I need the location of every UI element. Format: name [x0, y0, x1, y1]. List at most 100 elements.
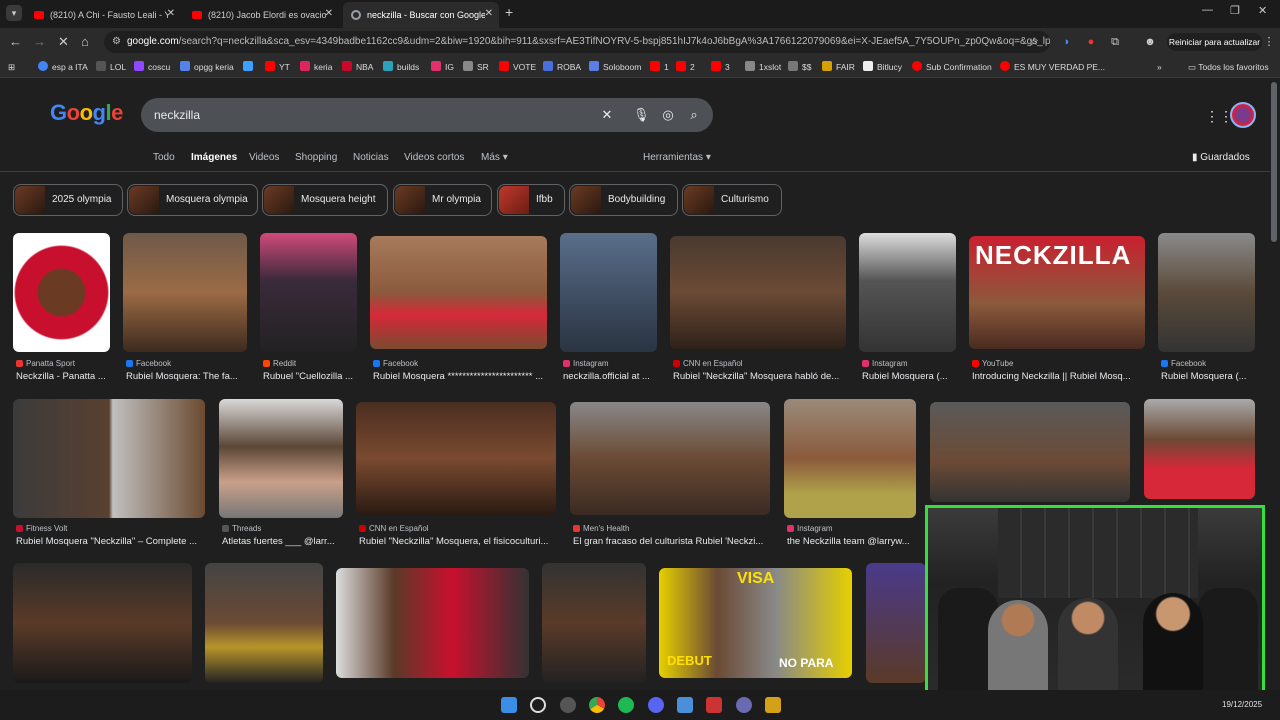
- search-box[interactable]: neckzilla ✕ 🎙 ◎ ⌕: [141, 98, 713, 132]
- avatar[interactable]: [1230, 102, 1256, 128]
- bookmark[interactable]: IG: [431, 60, 454, 74]
- image-result[interactable]: [930, 402, 1130, 502]
- filter-chip[interactable]: Mosquera olympia: [127, 184, 258, 216]
- clear-icon[interactable]: ✕: [599, 107, 615, 123]
- discord-icon[interactable]: [648, 697, 664, 713]
- bookmark[interactable]: esp a ITA: [38, 60, 88, 74]
- bookmark[interactable]: builds: [383, 60, 419, 74]
- extension-icon[interactable]: ◗: [1060, 35, 1074, 49]
- tab-google-search[interactable]: neckzilla - Buscar con Google ✕: [343, 2, 499, 28]
- close-icon[interactable]: ✕: [485, 2, 493, 26]
- image-result[interactable]: [205, 563, 323, 683]
- result-title[interactable]: Rubuel "Cuellozilla ...: [263, 371, 359, 382]
- bookmark[interactable]: ES MUY VERDAD PE...: [1000, 60, 1105, 74]
- image-result[interactable]: VISA DEBUT NO PARA: [659, 568, 852, 678]
- bookmark[interactable]: opgg keria: [180, 60, 234, 74]
- bookmark[interactable]: VOTE: [499, 60, 536, 74]
- home-icon[interactable]: ⌂: [81, 34, 89, 49]
- extensions-puzzle-icon[interactable]: ⧉: [1108, 35, 1122, 49]
- bookmark[interactable]: ROBA: [543, 60, 581, 74]
- bookmark[interactable]: 1: [650, 60, 669, 74]
- app-icon[interactable]: [560, 697, 576, 713]
- address-bar[interactable]: ⚙ google.com/search?q=neckzilla&sca_esv=4…: [104, 31, 1050, 53]
- microphone-icon[interactable]: 🎙: [633, 107, 650, 123]
- image-result[interactable]: [370, 236, 547, 349]
- bookmark[interactable]: Bitlucy: [863, 60, 902, 74]
- result-title[interactable]: Introducing Neckzilla || Rubiel Mosq...: [972, 371, 1146, 382]
- bookmark[interactable]: Sub Confirmation: [912, 60, 992, 74]
- bookmark[interactable]: $$: [788, 60, 811, 74]
- close-window-icon[interactable]: ✕: [1258, 4, 1267, 17]
- image-result[interactable]: [356, 402, 556, 515]
- filter-chip[interactable]: 2025 olympia: [13, 184, 123, 216]
- result-title[interactable]: El gran fracaso del culturista Rubiel 'N…: [573, 536, 771, 547]
- result-title[interactable]: Rubiel "Neckzilla" Mosquera, el fisicocu…: [359, 536, 557, 547]
- tab-all[interactable]: Todo: [153, 152, 175, 163]
- chevron-right-icon[interactable]: »: [1157, 60, 1162, 74]
- bookmark[interactable]: Soloboom: [589, 60, 641, 74]
- filter-chip[interactable]: Mr olympia: [393, 184, 492, 216]
- result-title[interactable]: Rubiel Mosquera (...: [1161, 371, 1257, 382]
- lens-camera-icon[interactable]: ◎: [660, 107, 676, 123]
- image-result[interactable]: [219, 399, 343, 518]
- chrome-icon[interactable]: [589, 697, 605, 713]
- bookmark[interactable]: keria: [300, 60, 332, 74]
- tab-search-icon[interactable]: ▾: [6, 5, 22, 21]
- image-result[interactable]: [859, 233, 956, 352]
- image-result[interactable]: [260, 233, 357, 352]
- app-icon[interactable]: [706, 697, 722, 713]
- more-menu-icon[interactable]: ⋮: [1262, 35, 1276, 49]
- tab-youtube-2[interactable]: (8210) Jacob Elordi es ovacionado✕: [184, 3, 339, 25]
- profile-icon[interactable]: ☻: [1143, 35, 1157, 49]
- result-title[interactable]: Rubiel Mosquera (...: [862, 371, 958, 382]
- image-result[interactable]: [670, 236, 846, 349]
- stop-loading-icon[interactable]: ✕: [58, 34, 69, 50]
- bookmark[interactable]: [243, 60, 257, 74]
- image-result[interactable]: [123, 233, 247, 352]
- search-icon[interactable]: [530, 697, 546, 713]
- windows-start-icon[interactable]: [501, 697, 517, 713]
- filter-chip[interactable]: Ifbb: [497, 184, 565, 216]
- bookmark[interactable]: 3: [711, 60, 730, 74]
- filter-chip[interactable]: Culturismo: [682, 184, 782, 216]
- result-title[interactable]: the Neckzilla team @larryw...: [787, 536, 917, 547]
- image-result[interactable]: [336, 568, 529, 678]
- forward-icon[interactable]: →: [33, 34, 46, 49]
- spotify-icon[interactable]: [618, 697, 634, 713]
- search-input[interactable]: neckzilla: [154, 108, 200, 122]
- filter-chip[interactable]: Bodybuilding: [569, 184, 678, 216]
- result-title[interactable]: Rubiel "Neckzilla" Mosquera habló de...: [673, 371, 847, 382]
- bookmark[interactable]: LOL: [96, 60, 126, 74]
- close-icon[interactable]: ✕: [167, 3, 175, 25]
- image-result[interactable]: [784, 399, 916, 518]
- tab-youtube-1[interactable]: (8210) A Chi - Fausto Leali - You ✕: [26, 3, 181, 25]
- bookmark[interactable]: SR: [463, 60, 489, 74]
- result-title[interactable]: Rubiel Mosquera *********************** …: [373, 371, 548, 382]
- image-result[interactable]: [866, 563, 926, 683]
- result-title[interactable]: neckzilla.official at ...: [563, 371, 659, 382]
- tab-news[interactable]: Noticias: [353, 152, 389, 163]
- image-result[interactable]: [13, 399, 205, 518]
- app-icon[interactable]: [736, 697, 752, 713]
- search-icon[interactable]: ⌕: [686, 107, 702, 123]
- image-result[interactable]: [1158, 233, 1255, 352]
- bookmark[interactable]: 1xslot: [745, 60, 781, 74]
- notepad-icon[interactable]: [677, 697, 693, 713]
- filter-chip[interactable]: Mosquera height: [262, 184, 388, 216]
- image-result[interactable]: NECKZILLA: [969, 236, 1145, 349]
- tab-more[interactable]: Más ▾: [481, 152, 508, 163]
- image-result[interactable]: [13, 563, 192, 683]
- result-title[interactable]: Neckzilla - Panatta ...: [16, 371, 112, 382]
- minimize-icon[interactable]: —: [1202, 4, 1213, 16]
- bookmark[interactable]: NBA: [342, 60, 373, 74]
- all-favorites[interactable]: ▭ Todos los favoritos: [1188, 60, 1269, 74]
- site-info-icon[interactable]: ⚙: [112, 36, 121, 47]
- new-tab-icon[interactable]: +: [505, 4, 513, 20]
- image-result[interactable]: [1144, 399, 1255, 499]
- back-icon[interactable]: ←: [9, 34, 22, 49]
- saved-button[interactable]: ▮ Guardados: [1192, 152, 1250, 163]
- tools-button[interactable]: Herramientas ▾: [643, 152, 711, 163]
- image-result[interactable]: [13, 233, 110, 352]
- image-result[interactable]: [560, 233, 657, 352]
- maximize-icon[interactable]: ❐: [1230, 4, 1240, 17]
